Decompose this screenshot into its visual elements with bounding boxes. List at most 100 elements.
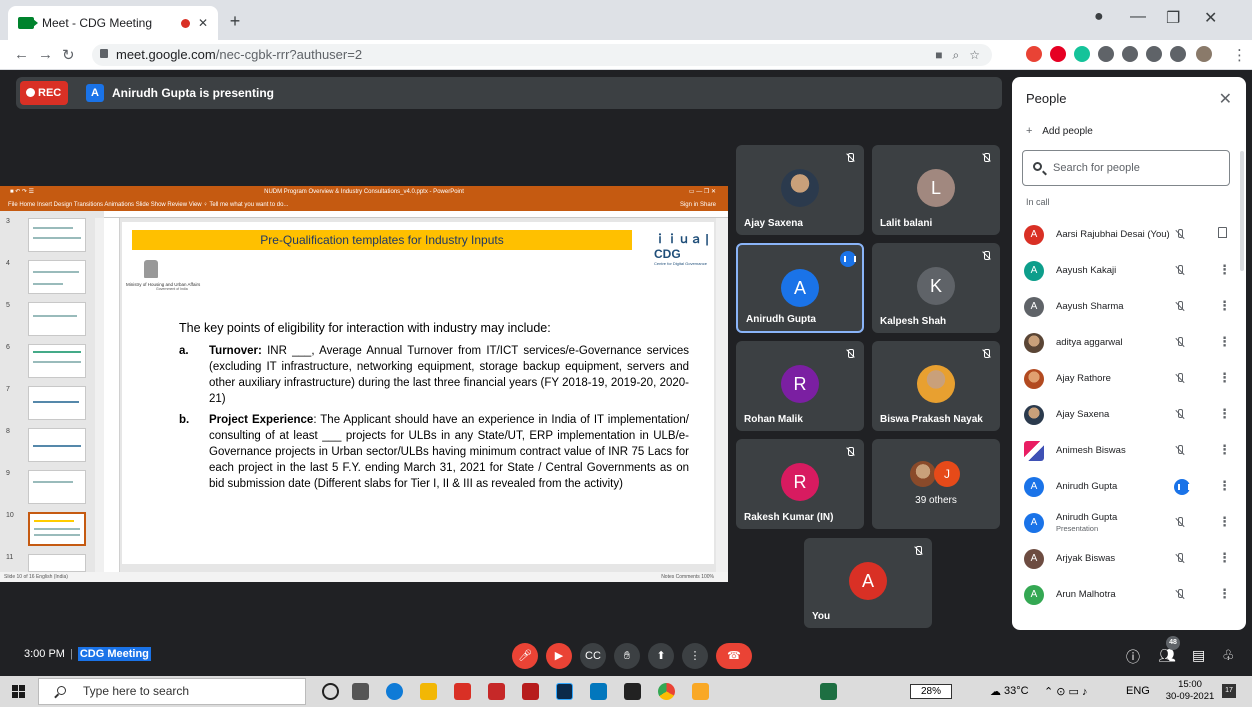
more-options-icon[interactable]: ⋮ [1218, 298, 1231, 314]
browser-tab-meet[interactable]: Meet - CDG Meeting ✕ [8, 6, 218, 40]
list-item[interactable]: Animesh Biswas ⋮ [1012, 433, 1246, 469]
menu-kebab-icon[interactable]: ⋮ [1232, 46, 1247, 64]
more-options-icon[interactable]: ⋮ [1218, 334, 1231, 350]
more-options-icon[interactable]: ⋮ [1218, 442, 1231, 458]
new-tab-button[interactable]: + [224, 10, 246, 32]
camera-toggle-button[interactable]: ▶ [546, 643, 572, 669]
speaking-indicator-icon [840, 251, 856, 267]
more-options-icon[interactable]: ⋮ [1218, 370, 1231, 386]
task-view-icon[interactable] [352, 683, 369, 700]
activities-icon[interactable]: ♧ [1222, 647, 1235, 664]
pinterest-extension-icon[interactable] [1050, 46, 1066, 62]
photoshop-icon[interactable] [556, 683, 573, 700]
edge-icon[interactable] [386, 683, 403, 700]
more-options-icon[interactable]: ⋮ [1218, 478, 1231, 494]
mail-app-icon[interactable] [454, 683, 471, 700]
meet-control-bar: 3:00 PM | CDG Meeting 🎤︎ ▶ CC ✋︎ ⬆ ⋮ ☎ ⓘ 👥… [0, 636, 1252, 676]
slide-point-a: a. Turnover: INR ___, Average Annual Tur… [179, 343, 689, 407]
extension-icon[interactable] [1122, 46, 1138, 62]
reload-icon[interactable]: ↻ [62, 46, 75, 64]
pin-icon[interactable] [1218, 227, 1227, 238]
minimize-icon[interactable]: — [1130, 8, 1146, 26]
chat-icon[interactable]: ▤ [1192, 647, 1205, 664]
url-field[interactable]: meet.google.com/nec-cgbk-rrr?authuser=2 … [92, 44, 992, 66]
grammarly-extension-icon[interactable] [1074, 46, 1090, 62]
participant-tile[interactable]: R Rakesh Kumar (IN) [736, 439, 864, 529]
chrome-icon[interactable] [658, 683, 675, 700]
add-people-button[interactable]: + Add people [1026, 125, 1093, 137]
person-name: Aayush Sharma [1056, 301, 1124, 312]
avatar [917, 365, 955, 403]
taskbar-search-input[interactable]: Type here to search [38, 678, 306, 705]
list-item[interactable]: A Anirudh Gupta ⋮ [1012, 469, 1246, 505]
excel-icon[interactable] [820, 683, 837, 700]
tray-icons[interactable]: ⌃ ⊙ ▭ ♪ [1044, 685, 1088, 698]
weather-temp[interactable]: 33°C [1004, 685, 1029, 697]
raise-hand-button[interactable]: ✋︎ [614, 643, 640, 669]
back-arrow-icon[interactable]: ← [14, 46, 29, 63]
participant-tile[interactable]: R Rohan Malik [736, 341, 864, 431]
list-item[interactable]: A Arun Malhotra ⋮ [1012, 577, 1246, 613]
meeting-details-icon[interactable]: ⓘ [1126, 647, 1140, 667]
pdf-app-icon[interactable] [488, 683, 505, 700]
avatar: K [917, 267, 955, 305]
taskbar-clock[interactable]: 15:00 30-09-2021 [1165, 679, 1215, 703]
windows-start-icon[interactable] [12, 685, 25, 698]
mcafee-icon[interactable] [522, 683, 539, 700]
windows-taskbar: Type here to search 28% ☁ 33°C ⌃ ⊙ ▭ ♪ E… [0, 676, 1252, 707]
thumb-number: 8 [6, 428, 10, 435]
forward-arrow-icon[interactable]: → [38, 46, 53, 63]
extension-icon[interactable] [1146, 46, 1162, 62]
list-item[interactable]: A Anirudh Gupta Presentation ⋮ [1012, 505, 1246, 541]
omnibox-icons[interactable]: ■ ⌕ ☆ [935, 44, 980, 66]
battery-indicator[interactable]: 28% [910, 684, 952, 699]
file-explorer-icon[interactable] [420, 683, 437, 700]
participant-tile[interactable]: K Kalpesh Shah [872, 243, 1000, 333]
meeting-name[interactable]: CDG Meeting [77, 647, 151, 661]
participant-name: Rakesh Kumar (IN) [744, 512, 834, 523]
participant-tile-speaking[interactable]: A Anirudh Gupta [736, 243, 864, 333]
more-options-icon[interactable]: ⋮ [1218, 262, 1231, 278]
participant-tile[interactable]: Biswa Prakash Nayak [872, 341, 1000, 431]
participant-tile[interactable]: L Lalit balani [872, 145, 1000, 235]
self-tile[interactable]: A You [804, 538, 932, 628]
cortana-icon[interactable] [322, 683, 339, 700]
others-tile[interactable]: J 39 others [872, 439, 1000, 529]
tab-close-icon[interactable]: ✕ [198, 16, 208, 30]
maximize-icon[interactable]: ❐ [1166, 8, 1180, 28]
more-options-button[interactable]: ⋮ [682, 643, 708, 669]
participant-tile[interactable]: Ajay Saxena [736, 145, 864, 235]
list-item[interactable]: A Aarsi Rajubhai Desai (You) [1012, 217, 1246, 253]
list-item[interactable]: Ajay Rathore ⋮ [1012, 361, 1246, 397]
more-options-icon[interactable]: ⋮ [1218, 550, 1231, 566]
present-screen-button[interactable]: ⬆ [648, 643, 674, 669]
avatar: L [917, 169, 955, 207]
profile-icon[interactable]: ● [1094, 8, 1104, 26]
close-icon[interactable]: ✕ [1219, 89, 1232, 109]
list-item[interactable]: aditya aggarwal ⋮ [1012, 325, 1246, 361]
captions-button[interactable]: CC [580, 643, 606, 669]
more-options-icon[interactable]: ⋮ [1218, 514, 1231, 530]
puzzle-extensions-icon[interactable] [1170, 46, 1186, 62]
extension-icon[interactable] [1026, 46, 1042, 62]
list-item[interactable]: Ajay Saxena ⋮ [1012, 397, 1246, 433]
sticky-notes-icon[interactable] [692, 683, 709, 700]
list-item[interactable]: A Aayush Sharma ⋮ [1012, 289, 1246, 325]
mic-off-icon [1174, 588, 1186, 601]
more-options-icon[interactable]: ⋮ [1218, 406, 1231, 422]
extension-icon[interactable] [1098, 46, 1114, 62]
mic-off-icon [1174, 552, 1186, 565]
search-people-input[interactable]: Search for people [1022, 150, 1230, 186]
mic-toggle-button[interactable]: 🎤︎ [512, 643, 538, 669]
window-close-icon[interactable]: ✕ [1204, 8, 1217, 28]
notification-center-icon[interactable]: 17 [1222, 684, 1236, 698]
more-options-icon[interactable]: ⋮ [1218, 586, 1231, 602]
list-item[interactable]: A Arjyak Biswas ⋮ [1012, 541, 1246, 577]
email-app-icon[interactable] [590, 683, 607, 700]
list-item[interactable]: A Aayush Kakaji ⋮ [1012, 253, 1246, 289]
language-indicator[interactable]: ENG [1126, 685, 1150, 697]
weather-icon[interactable]: ☁ [990, 685, 1001, 698]
store-icon[interactable] [624, 683, 641, 700]
avatar[interactable] [1196, 46, 1212, 62]
leave-call-button[interactable]: ☎ [716, 643, 752, 669]
